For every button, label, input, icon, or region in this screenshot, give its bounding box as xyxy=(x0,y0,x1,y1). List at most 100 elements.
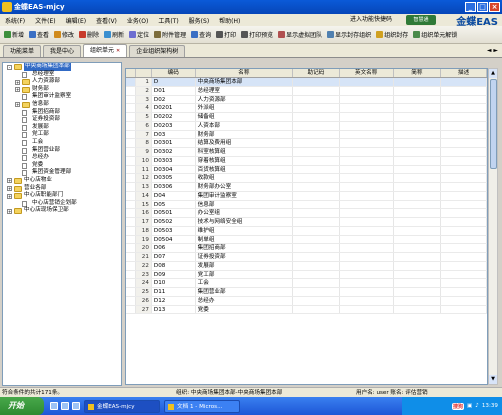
tree-node[interactable]: 总经理室 xyxy=(3,71,121,79)
header-name[interactable]: 名称 xyxy=(196,69,294,77)
collapse-icon[interactable]: - xyxy=(7,64,12,70)
tree-node[interactable]: 发展部 xyxy=(3,124,121,132)
table-row[interactable]: 12 D0305 收款组 xyxy=(126,174,487,183)
table-row[interactable]: 7 D03 财务部 xyxy=(126,130,487,140)
header-mnemonic[interactable]: 助记码 xyxy=(293,69,340,77)
task-word[interactable]: 文档 1 - Micros... xyxy=(164,399,240,413)
table-row[interactable]: 16 D0501 办公室组 xyxy=(126,209,487,218)
tree-node[interactable]: 工会 xyxy=(3,139,121,147)
expand-icon[interactable]: + xyxy=(15,102,20,108)
table-row[interactable]: 5 D0202 储备组 xyxy=(126,113,487,122)
menu-system[interactable]: 系统(F) xyxy=(4,16,26,25)
table-scrollbar[interactable]: ▲ ▼ xyxy=(488,68,498,385)
table-row[interactable]: 21 D07 证券投资部 xyxy=(126,253,487,262)
sogou-ime-icon[interactable]: 搜狗 xyxy=(451,402,464,410)
header-description[interactable]: 描述 xyxy=(441,69,487,77)
table-row[interactable]: 17 D0502 技术与网络安全组 xyxy=(126,218,487,227)
tree-node[interactable]: 党工部 xyxy=(3,131,121,139)
tree-node[interactable]: + 中心店现场保卫部 xyxy=(3,207,121,215)
new-button[interactable]: 新增 xyxy=(2,28,26,42)
print-preview-button[interactable]: 打印预览 xyxy=(239,28,275,42)
menu-file[interactable]: 文件(E) xyxy=(34,16,56,25)
tab-org-unit[interactable]: 组织单元 ✕ xyxy=(83,44,128,57)
close-button[interactable]: × xyxy=(489,2,500,12)
tab-nav-arrows[interactable]: ◄ ► xyxy=(487,47,498,54)
header-english-name[interactable]: 英文名称 xyxy=(340,69,394,77)
table-row[interactable]: 14 D04 集团审计监察室 xyxy=(126,191,487,201)
print-button[interactable]: 打印 xyxy=(214,28,238,42)
ie-icon[interactable] xyxy=(50,402,58,410)
scroll-down-icon[interactable]: ▼ xyxy=(489,375,497,384)
expand-icon[interactable]: + xyxy=(7,186,12,191)
menu-edit[interactable]: 编辑(E) xyxy=(65,16,87,25)
query-button[interactable]: 查询 xyxy=(189,28,213,42)
expand-icon[interactable]: + xyxy=(15,79,20,85)
tree-node[interactable]: + 信息部 xyxy=(3,101,121,109)
locate-button[interactable]: 定位 xyxy=(127,28,151,42)
expand-icon[interactable]: + xyxy=(15,87,20,93)
media-icon[interactable] xyxy=(72,402,80,410)
minimize-button[interactable]: _ xyxy=(465,2,476,12)
maximize-button[interactable]: □ xyxy=(477,2,488,12)
expand-icon[interactable]: + xyxy=(7,178,12,184)
table-row[interactable]: 11 D0304 百货核算组 xyxy=(126,165,487,175)
table-row[interactable]: 22 D08 发展部 xyxy=(126,261,487,271)
table-row[interactable]: 15 D05 信息部 xyxy=(126,200,487,210)
refresh-button[interactable]: 刷新 xyxy=(102,28,126,42)
table-row[interactable]: 24 D10 工会 xyxy=(126,279,487,288)
unlock-org-button[interactable]: 组织单元解锁 xyxy=(411,28,459,42)
table-row[interactable]: 20 D06 集团招商部 xyxy=(126,244,487,253)
delete-button[interactable]: 删除 xyxy=(77,28,101,42)
header-code[interactable]: 编码 xyxy=(152,69,196,77)
attachment-button[interactable]: 附件管理 xyxy=(152,28,188,42)
menu-business[interactable]: 业务(O) xyxy=(126,16,149,25)
show-virtual-team-button[interactable]: 显示虚拟团队 xyxy=(276,28,324,42)
table-row[interactable]: 3 D02 人力资源部 xyxy=(126,95,487,105)
close-tab-icon[interactable]: ✕ xyxy=(116,45,120,57)
tab-my-center[interactable]: 我是中心 xyxy=(43,45,82,57)
volume-icon[interactable]: ♪ xyxy=(475,403,479,409)
table-row[interactable]: 27 D13 党委 xyxy=(126,305,487,315)
desktop-icon[interactable] xyxy=(61,402,69,410)
table-row[interactable]: 9 D0302 科室核算组 xyxy=(126,148,487,157)
tab-function-menu[interactable]: 功能菜单 xyxy=(3,45,42,57)
table-row[interactable]: 13 D0306 财务部办公室 xyxy=(126,183,487,192)
scroll-up-icon[interactable]: ▲ xyxy=(489,69,497,78)
view-button[interactable]: 查看 xyxy=(27,28,51,42)
menu-service[interactable]: 服务(S) xyxy=(188,16,211,25)
tree-node[interactable]: 集团审计监察室 xyxy=(3,93,121,101)
scroll-thumb[interactable] xyxy=(490,79,497,169)
table-row[interactable]: 4 D0201 外派组 xyxy=(126,104,487,113)
expand-icon[interactable]: + xyxy=(7,208,12,214)
tree-node[interactable]: 集团资金管理部 xyxy=(3,169,121,177)
smart-assistant-badge[interactable]: 智慧通 xyxy=(406,15,436,25)
tree-node[interactable]: + 中心店职能部门 xyxy=(3,192,121,200)
table-row[interactable]: 8 D0301 结算及费用组 xyxy=(126,139,487,148)
tree-node[interactable]: + 营业各部 xyxy=(3,185,121,193)
tree-node[interactable]: 总经办 xyxy=(3,154,121,162)
table-row[interactable]: 26 D12 总经办 xyxy=(126,296,487,306)
table-row[interactable]: 25 D11 集团营业部 xyxy=(126,288,487,297)
expand-icon[interactable]: + xyxy=(7,193,12,199)
network-icon[interactable]: ▣ xyxy=(467,403,472,409)
menu-view[interactable]: 查看(V) xyxy=(95,16,118,25)
menu-tools[interactable]: 工具(T) xyxy=(157,16,179,25)
tree-node[interactable]: - 中央商场集团本部 xyxy=(3,63,121,71)
menu-help[interactable]: 帮助(H) xyxy=(218,16,241,25)
task-eas[interactable]: 金蝶EAS-mjcy xyxy=(84,399,160,413)
tree-node[interactable]: 集团营业部 xyxy=(3,147,121,155)
tab-org-tree[interactable]: 企业组织架构树 xyxy=(129,45,186,57)
start-button[interactable]: 开始 xyxy=(0,397,44,415)
table-row[interactable]: 18 D0503 维护组 xyxy=(126,226,487,236)
tree-node[interactable]: 证券投资部 xyxy=(3,116,121,124)
show-sealed-org-button[interactable]: 显示封存组织 xyxy=(325,28,373,42)
table-row[interactable]: 2 D01 总经理室 xyxy=(126,86,487,96)
table-row[interactable]: 1 D 中央商场集团本部 xyxy=(126,78,487,87)
seal-org-button[interactable]: 组织封存 xyxy=(374,28,410,42)
edit-button[interactable]: 修改 xyxy=(52,28,76,42)
function-shortcut-link[interactable]: 进入功能快捷码 xyxy=(350,14,392,26)
table-row[interactable]: 6 D0203 人资本部 xyxy=(126,121,487,131)
tree-node[interactable]: + 中心店物业 xyxy=(3,177,121,185)
tree-node[interactable]: + 人力资源部 xyxy=(3,78,121,86)
table-row[interactable]: 19 D0504 制单组 xyxy=(126,235,487,245)
